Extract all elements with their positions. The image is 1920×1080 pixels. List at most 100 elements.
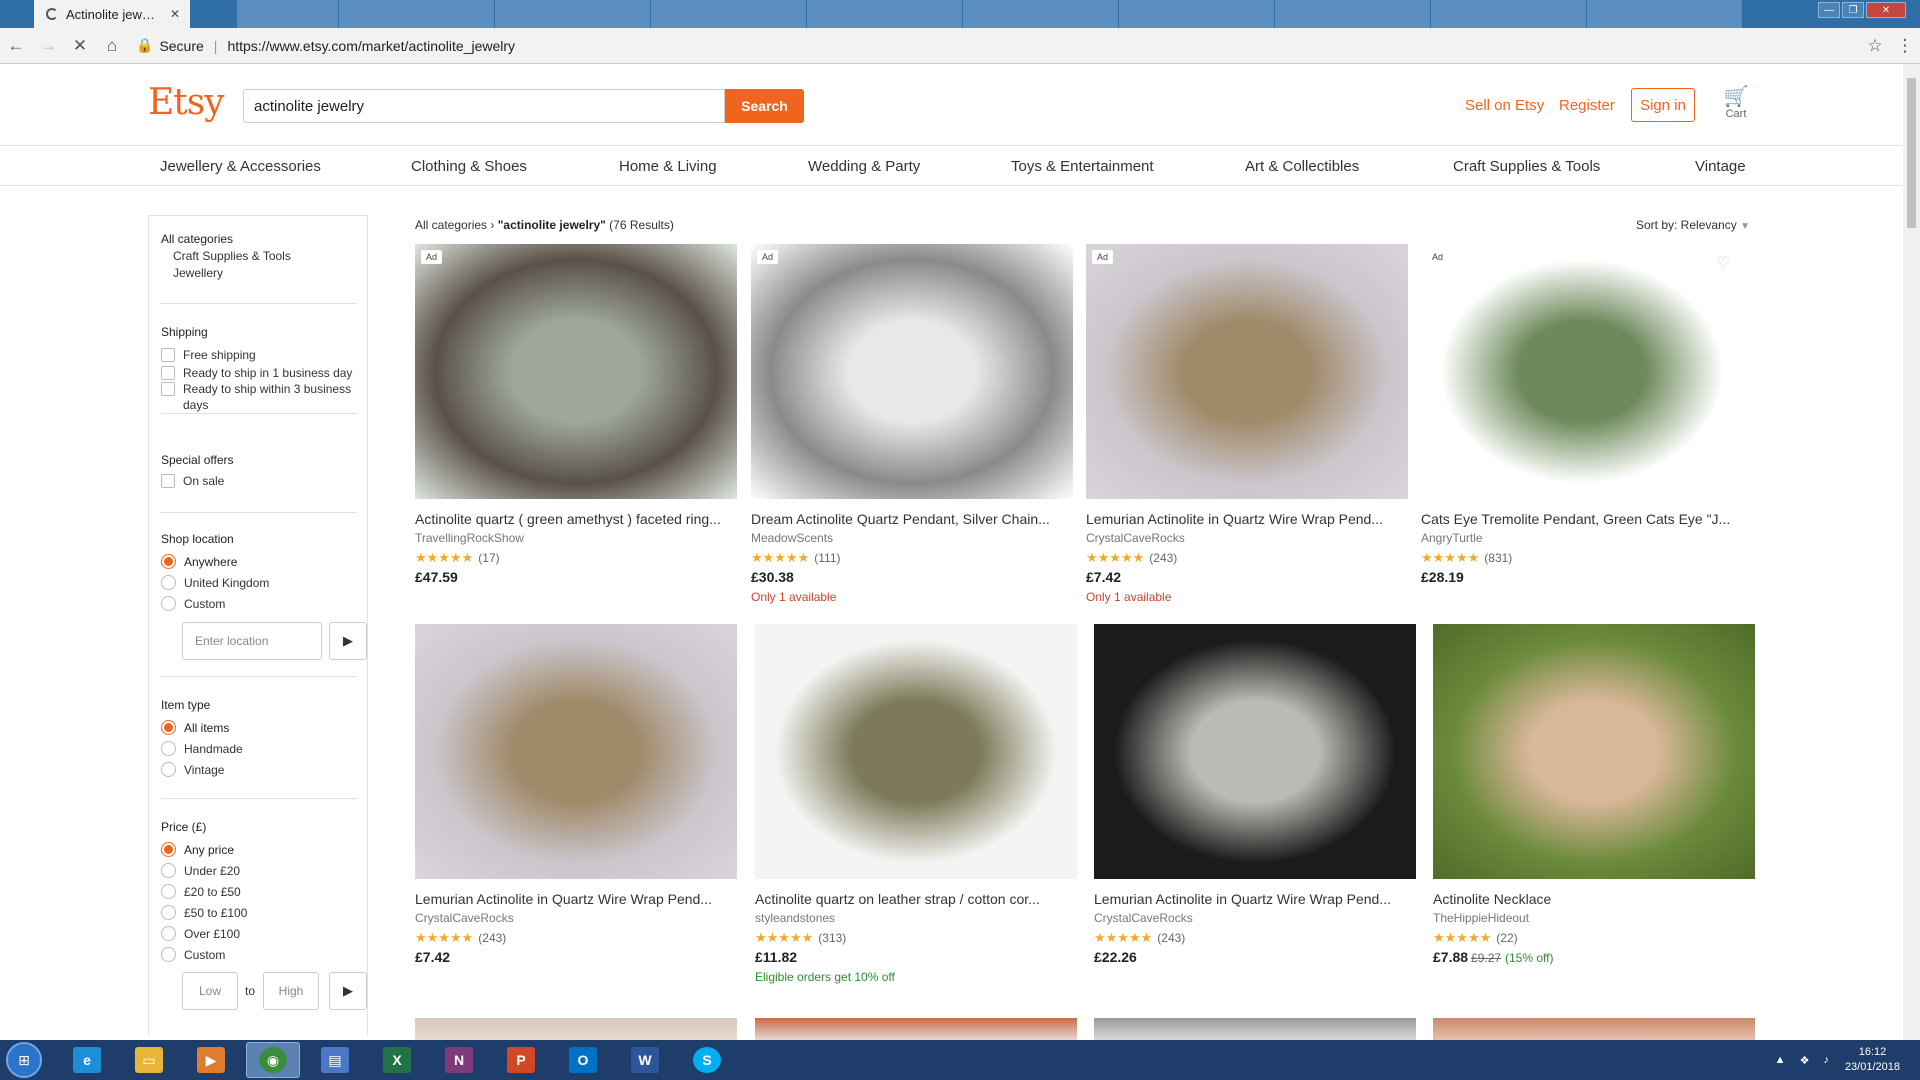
category-link[interactable]: Clothing & Shoes	[411, 158, 527, 175]
listing-image[interactable]	[1433, 624, 1755, 879]
on-sale-option[interactable]: On sale	[161, 473, 357, 489]
category-link[interactable]: Art & Collectibles	[1245, 158, 1359, 175]
category-link[interactable]: Vintage	[1695, 158, 1746, 175]
listing-card[interactable]: Lemurian Actinolite in Quartz Wire Wrap …	[415, 624, 737, 965]
forward-icon[interactable]: →	[32, 36, 64, 56]
home-icon[interactable]: ⌂	[96, 36, 128, 56]
all-items-option[interactable]: All items	[161, 720, 357, 736]
shop-name[interactable]: CrystalCaveRocks	[1094, 911, 1416, 925]
browser-tab[interactable]	[962, 0, 1118, 28]
ship-1-day-option[interactable]: Ready to ship in 1 business day	[161, 365, 357, 381]
listing-card[interactable]: Actinolite quartz on leather strap / cot…	[755, 624, 1077, 984]
20-to-50-option[interactable]: £20 to £50	[161, 884, 357, 900]
taskbar-excel-icon[interactable]: X	[370, 1042, 424, 1078]
listing-image[interactable]: Ad ♡	[1421, 244, 1743, 499]
category-filter-link[interactable]: Jewellery	[173, 266, 357, 280]
location-anywhere-option[interactable]: Anywhere	[161, 554, 357, 570]
browser-tab[interactable]	[1274, 0, 1430, 28]
system-clock[interactable]: 16:12 23/01/2018	[1845, 1045, 1900, 1075]
taskbar-onenote-icon[interactable]: N	[432, 1042, 486, 1078]
listing-image[interactable]	[755, 624, 1077, 879]
taskbar-explorer-icon[interactable]: ▭	[122, 1042, 176, 1078]
listing-title[interactable]: Actinolite quartz ( green amethyst ) fac…	[415, 511, 737, 527]
breadcrumb-all-categories[interactable]: All categories	[415, 218, 487, 232]
over-100-option[interactable]: Over £100	[161, 926, 357, 942]
shop-name[interactable]: AngryTurtle	[1421, 531, 1743, 545]
checkbox[interactable]	[161, 382, 175, 396]
category-filter-link[interactable]: Craft Supplies & Tools	[173, 249, 357, 263]
taskbar-chrome-icon[interactable]: ◉	[246, 1042, 300, 1078]
minimize-window-icon[interactable]: —	[1818, 2, 1840, 18]
taskbar-media-player-icon[interactable]: ▶	[184, 1042, 238, 1078]
browser-tab[interactable]	[650, 0, 806, 28]
taskbar-ie-icon[interactable]: e	[60, 1042, 114, 1078]
register-link[interactable]: Register	[1559, 97, 1615, 114]
free-shipping-option[interactable]: Free shipping	[161, 347, 357, 363]
price-low-input[interactable]: Low	[182, 972, 238, 1010]
price-go-button[interactable]: ▶	[329, 972, 367, 1010]
browser-tab[interactable]	[1430, 0, 1586, 28]
location-go-button[interactable]: ▶	[329, 622, 367, 660]
url-omnibox[interactable]: 🔒 Secure | https://www.etsy.com/market/a…	[136, 33, 1860, 59]
listing-title[interactable]: Dream Actinolite Quartz Pendant, Silver …	[751, 511, 1073, 527]
listing-image[interactable]: Ad	[751, 244, 1073, 499]
browser-tab[interactable]	[1118, 0, 1274, 28]
50-to-100-option[interactable]: £50 to £100	[161, 905, 357, 921]
all-categories-link[interactable]: All categories	[161, 232, 357, 246]
browser-tab[interactable]	[806, 0, 962, 28]
scrollbar-thumb[interactable]	[1907, 78, 1916, 228]
back-icon[interactable]: ←	[0, 36, 32, 56]
search-input[interactable]: actinolite jewelry	[243, 89, 725, 123]
close-window-icon[interactable]: ✕	[1866, 2, 1906, 18]
browser-menu-icon[interactable]: ⋮	[1890, 36, 1920, 56]
custom-price-option[interactable]: Custom	[161, 947, 357, 963]
listing-title[interactable]: Actinolite Necklace	[1433, 891, 1755, 907]
ship-3-days-option[interactable]: Ready to ship within 3 business days	[161, 381, 357, 413]
cart-button[interactable]: 🛒 Cart	[1716, 86, 1756, 120]
under-20-option[interactable]: Under £20	[161, 863, 357, 879]
sign-in-button[interactable]: Sign in	[1631, 88, 1695, 122]
category-link[interactable]: Toys & Entertainment	[1011, 158, 1154, 175]
search-button[interactable]: Search	[725, 89, 804, 123]
etsy-logo[interactable]: Etsy	[148, 82, 225, 123]
listing-card[interactable]: Actinolite Necklace TheHippieHideout ★★★★★…	[1433, 624, 1755, 965]
listing-card[interactable]: Ad ♡ Cats Eye Tremolite Pendant, Green Cat…	[1421, 244, 1743, 585]
listing-title[interactable]: Lemurian Actinolite in Quartz Wire Wrap …	[1094, 891, 1416, 907]
location-input[interactable]: Enter location	[182, 622, 322, 660]
stop-loading-icon[interactable]: ✕	[64, 36, 96, 56]
radio[interactable]	[161, 762, 176, 777]
browser-tab[interactable]	[1586, 0, 1742, 28]
radio[interactable]	[161, 575, 176, 590]
sell-on-etsy-link[interactable]: Sell on Etsy	[1465, 97, 1544, 114]
close-tab-icon[interactable]: ✕	[170, 7, 180, 21]
listing-image[interactable]: Ad	[415, 244, 737, 499]
tray-expand-icon[interactable]: ▲	[1775, 1054, 1786, 1066]
category-link[interactable]: Craft Supplies & Tools	[1453, 158, 1600, 175]
listing-card[interactable]: Lemurian Actinolite in Quartz Wire Wrap …	[1094, 624, 1416, 965]
taskbar-powerpoint-icon[interactable]: P	[494, 1042, 548, 1078]
listing-image[interactable]	[1094, 624, 1416, 879]
handmade-option[interactable]: Handmade	[161, 741, 357, 757]
listing-image-partial[interactable]	[415, 1018, 737, 1040]
maximize-window-icon[interactable]: ❐	[1842, 2, 1864, 18]
listing-image[interactable]: Ad	[1086, 244, 1408, 499]
listing-card[interactable]: Ad Dream Actinolite Quartz Pendant, Silve…	[751, 244, 1073, 604]
radio[interactable]	[161, 554, 176, 569]
listing-card[interactable]: Ad Lemurian Actinolite in Quartz Wire Wra…	[1086, 244, 1408, 604]
radio[interactable]	[161, 926, 176, 941]
price-high-input[interactable]: High	[263, 972, 319, 1010]
dropbox-icon[interactable]: ❖	[1800, 1054, 1810, 1067]
radio[interactable]	[161, 884, 176, 899]
checkbox[interactable]	[161, 474, 175, 488]
listing-title[interactable]: Lemurian Actinolite in Quartz Wire Wrap …	[1086, 511, 1408, 527]
bookmark-star-icon[interactable]: ☆	[1860, 36, 1890, 56]
browser-tab[interactable]	[236, 0, 338, 28]
listing-image[interactable]	[415, 624, 737, 879]
category-link[interactable]: Wedding & Party	[808, 158, 920, 175]
page-scrollbar[interactable]	[1903, 64, 1920, 1040]
category-link[interactable]: Home & Living	[619, 158, 717, 175]
radio[interactable]	[161, 741, 176, 756]
volume-icon[interactable]: ♪	[1823, 1054, 1829, 1066]
checkbox[interactable]	[161, 366, 175, 380]
shop-name[interactable]: styleandstones	[755, 911, 1077, 925]
